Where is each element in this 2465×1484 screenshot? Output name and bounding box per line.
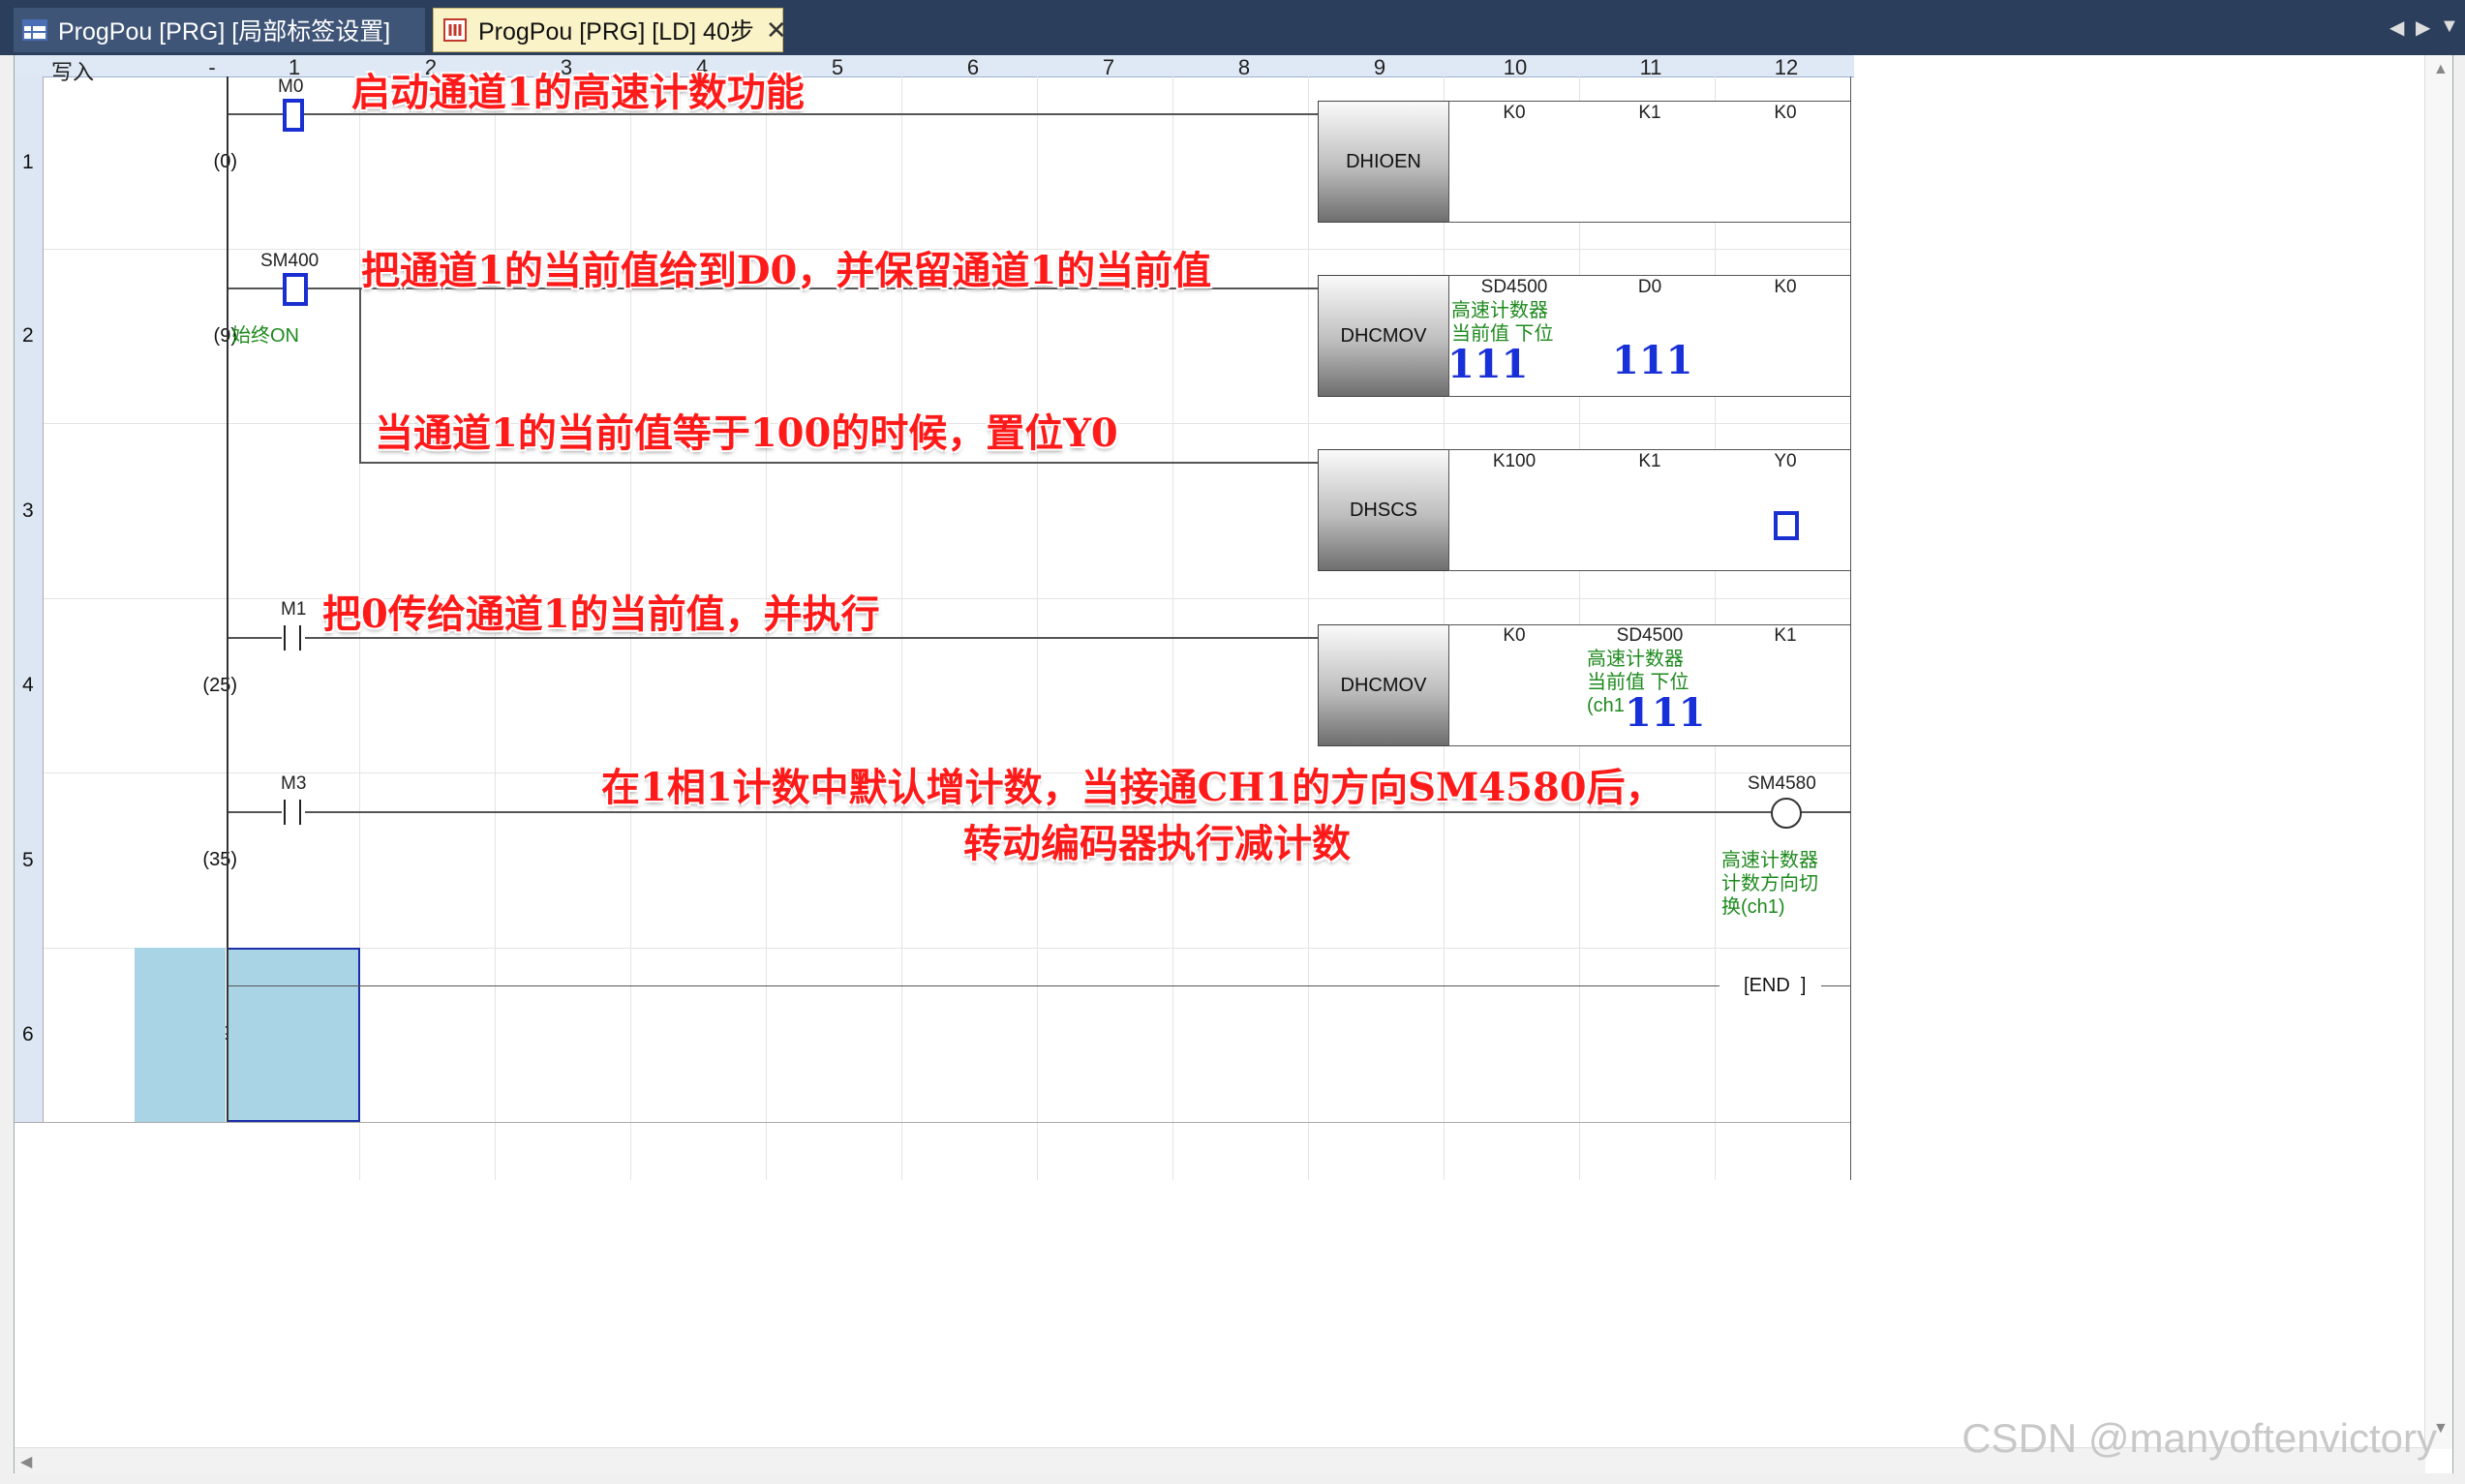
plc-ladder-editor-window: ProgPou [PRG] [局部标签设置] ProgPou [PRG] [LD…	[0, 0, 2465, 1484]
operand: K0	[1774, 103, 1797, 123]
row-number: 5	[22, 848, 34, 871]
instruction-dhscs[interactable]: DHSCS	[1318, 449, 1449, 571]
row-header[interactable]: 3	[15, 423, 44, 598]
contact-sm400-selected[interactable]	[283, 273, 308, 306]
column-number: 7	[1102, 55, 1115, 79]
device-comment: 高速计数器	[1721, 850, 1818, 871]
contact-device-label: SM400	[260, 251, 320, 271]
tab-list-menu-icon[interactable]: ▼	[2440, 15, 2459, 38]
operand: K1	[1638, 103, 1661, 123]
branch-wire	[359, 288, 361, 463]
operand: SD4500	[1480, 277, 1548, 297]
step-number: (9)	[213, 325, 237, 347]
ladder-program-icon	[443, 18, 467, 42]
operand: K0	[1503, 103, 1526, 123]
annotation-text: 在1相1计数中默认增计数，当接通CH1的方向SM4580后，	[601, 765, 1664, 810]
row-number: 4	[22, 674, 34, 696]
device-comment: 高速计数器	[1587, 649, 1684, 670]
instruction-dhioen[interactable]: DHIOEN	[1318, 101, 1449, 223]
column-number: 9	[1373, 55, 1386, 79]
write-mode-label: 写入	[51, 60, 95, 84]
step-number: (35)	[202, 849, 237, 870]
tab-scroll-right-icon[interactable]: ▶	[2416, 15, 2430, 40]
tab-label: ProgPou [PRG] [LD] 40步	[478, 18, 754, 45]
vertical-scrollbar[interactable]: ▲ ▼	[2424, 55, 2452, 1449]
selected-row-area	[135, 948, 226, 1122]
coil-sm4580[interactable]	[1771, 798, 1802, 829]
operand: Y0	[1774, 451, 1797, 471]
row-header[interactable]: 5	[15, 772, 44, 948]
label-table-icon	[22, 19, 47, 41]
step-number: (0)	[213, 151, 237, 172]
scroll-up-icon[interactable]: ▲	[2433, 61, 2449, 78]
row-divider	[44, 598, 1850, 599]
contact-device-label: M3	[281, 773, 307, 794]
contact-m3[interactable]	[282, 800, 305, 825]
column-number: 10	[1503, 55, 1528, 79]
cursor-cell[interactable]	[227, 948, 360, 1122]
row-number: 6	[22, 1023, 34, 1045]
close-tab-icon[interactable]: ✕	[766, 15, 787, 45]
annotation-number: 111	[1625, 690, 1706, 736]
column-number: 11	[1639, 55, 1662, 79]
annotation-number: 111	[1447, 342, 1529, 387]
device-comment: 高速计数器	[1451, 300, 1548, 321]
left-power-rail	[227, 76, 228, 1122]
annotation-text: 把通道1的当前值给到D0，并保留通道1的当前值	[361, 248, 1212, 293]
row-divider	[15, 1122, 1850, 1123]
step-number: (25)	[202, 675, 237, 696]
row-number: 1	[22, 151, 34, 173]
column-number: 5	[831, 55, 844, 79]
document-tab-bar: ProgPou [PRG] [局部标签设置] ProgPou [PRG] [LD…	[0, 0, 2465, 55]
instruction-dhcmov[interactable]: DHCMOV	[1318, 624, 1449, 746]
operand: K1	[1774, 625, 1797, 646]
rung-wire	[1821, 985, 1850, 986]
column-number: 12	[1774, 55, 1799, 79]
operand: K100	[1492, 451, 1537, 471]
row-header[interactable]: 1	[15, 76, 44, 249]
annotation-number: 111	[1612, 338, 1693, 383]
annotation-text: 启动通道1的高速计数功能	[351, 70, 805, 115]
end-label: END	[1749, 975, 1790, 996]
row-number: 3	[22, 499, 34, 522]
annotation-text: 转动编码器执行减计数	[963, 821, 1351, 866]
contact-m0-selected[interactable]	[283, 99, 304, 132]
operand: K1	[1638, 451, 1661, 471]
row-number: 2	[22, 324, 34, 347]
device-comment: (ch1	[1587, 695, 1625, 716]
scroll-left-icon[interactable]: ◀	[20, 1452, 32, 1471]
device-comment: 计数方向切	[1721, 873, 1818, 894]
row-header[interactable]: 4	[15, 598, 44, 772]
grid-line	[1308, 76, 1309, 1180]
contact-device-label: M1	[281, 599, 307, 620]
coil-device-label: SM4580	[1748, 773, 1816, 794]
operand: K0	[1503, 625, 1526, 646]
tab-ladder-program[interactable]: ProgPou [PRG] [LD] 40步 ✕	[433, 8, 787, 52]
rung-wire	[359, 462, 1332, 464]
annotation-text: 把0传给通道1的当前值，并执行	[322, 591, 880, 637]
row-header[interactable]: 6	[15, 948, 44, 1122]
tab-local-label-settings[interactable]: ProgPou [PRG] [局部标签设置]	[14, 8, 425, 52]
ladder-editor-area[interactable]: 写入 - 1 2 3 4 5 6 7 8 9 10 11 12 1 2 3 4 …	[14, 55, 2453, 1473]
contact-m1[interactable]	[282, 625, 305, 651]
device-comment: 始终ON	[231, 325, 299, 347]
column-number: 8	[1237, 55, 1251, 79]
row-header[interactable]: 2	[15, 249, 44, 423]
column-header-arrow: -	[208, 55, 216, 79]
instruction-dhcmov[interactable]: DHCMOV	[1318, 275, 1449, 397]
device-comment: 换(ch1)	[1721, 896, 1785, 918]
rung-wire	[228, 985, 1719, 986]
y0-status-marker[interactable]	[1774, 511, 1799, 540]
operand: D0	[1637, 277, 1662, 297]
contact-device-label: M0	[278, 76, 304, 97]
end-instruction[interactable]: [END ]	[1744, 975, 1806, 997]
tab-label: ProgPou [PRG] [局部标签设置]	[58, 18, 391, 45]
watermark: CSDN @manyoftenvictory	[1962, 1415, 2437, 1461]
operand: K0	[1774, 277, 1797, 297]
annotation-text: 当通道1的当前值等于100的时候，置位Y0	[375, 410, 1118, 456]
column-number: 6	[966, 55, 980, 79]
tab-scroll-left-icon[interactable]: ◀	[2389, 15, 2404, 40]
operand: SD4500	[1616, 625, 1684, 646]
column-header: 写入 - 1 2 3 4 5 6 7 8 9 10 11 12	[15, 55, 1854, 84]
